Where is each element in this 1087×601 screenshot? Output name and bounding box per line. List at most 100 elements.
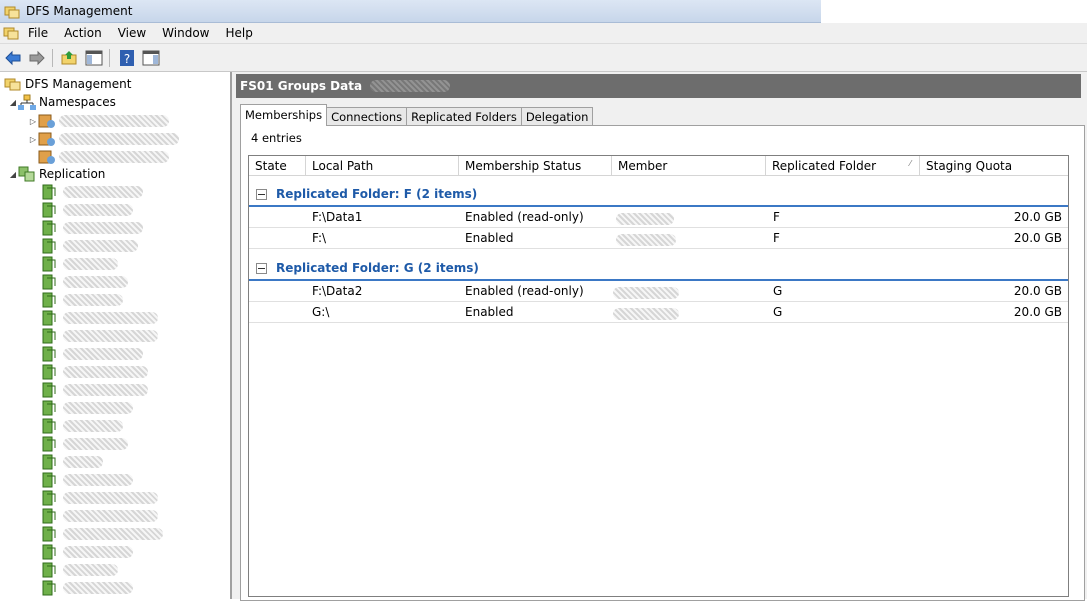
replication-group-icon [42,274,56,290]
back-arrow-icon [5,50,21,65]
show-hide-console-tree-button[interactable] [83,47,105,69]
column-header-state[interactable]: State [249,156,306,176]
tree-item-replication-group[interactable] [42,327,158,345]
show-hide-action-pane-button[interactable] [140,47,162,69]
tree-item-namespace[interactable]: ▷ [28,130,179,148]
tree-item-replication-group[interactable] [42,381,148,399]
replication-group-icon [42,436,56,452]
tree-item-replication-group[interactable] [42,489,158,507]
forward-button[interactable] [26,47,48,69]
replication-group-icon [42,292,56,308]
collapse-toggle-icon[interactable] [256,188,267,200]
cell-local-path: F:\ [312,231,327,245]
cell-folder: G [773,305,783,319]
column-header-local-path[interactable]: Local Path [306,156,459,176]
replication-group-icon [42,544,56,560]
group-label: Replicated Folder: F (2 items) [276,187,478,201]
tree-item-replication-group[interactable] [42,543,133,561]
group-label: Replicated Folder: G (2 items) [276,261,479,275]
tree-item-dfs-management[interactable]: DFS Management [4,75,131,93]
tree-item-replication-group[interactable] [42,291,123,309]
tab-connections[interactable]: Connections [326,107,408,126]
memberships-panel: 4 entries State Local Path Membership St… [240,125,1085,601]
column-header-staging-quota[interactable]: Staging Quota [920,156,1068,176]
expanded-arrow-icon[interactable]: ◢ [8,170,18,179]
replication-group-icon [42,238,56,254]
help-icon: ? [120,49,134,66]
tree-item-replication-group[interactable] [42,345,143,363]
replication-group-icon [42,490,56,506]
group-header[interactable]: Replicated Folder: G (2 items) [249,257,1068,281]
column-header-replicated-folder[interactable]: Replicated Folder ⁄ [766,156,920,176]
menu-help[interactable]: Help [218,23,261,43]
tab-strip: Memberships Connections Replicated Folde… [240,104,594,126]
menu-window[interactable]: Window [154,23,217,43]
tab-memberships[interactable]: Memberships [240,104,328,126]
tree-item-replication-group[interactable] [42,255,118,273]
table-row[interactable]: F:\Data1 Enabled (read-only) F 20.0 GB [249,207,1068,228]
replication-group-icon [42,382,56,398]
entries-count: 4 entries [251,131,302,145]
tree-item-replication-group[interactable] [42,507,158,525]
redacted-text [63,330,158,342]
tree-item-replication-group[interactable] [42,309,158,327]
replication-group-icon [42,310,56,326]
cell-local-path: F:\Data2 [312,284,363,298]
memberships-list[interactable]: State Local Path Membership Status Membe… [248,155,1069,597]
cell-status: Enabled [465,305,514,319]
menu-file[interactable]: File [20,23,56,43]
console-tree[interactable]: DFS Management ◢ Namespaces ▷ ▷ ◢ Replic… [0,72,232,599]
column-header-membership-status[interactable]: Membership Status [459,156,612,176]
toolbar-separator [52,48,53,67]
tree-item-replication-group[interactable] [42,561,118,579]
collapse-toggle-icon[interactable] [256,262,267,274]
replication-group-icon [42,508,56,524]
tree-label-root: DFS Management [25,77,132,91]
column-header-member[interactable]: Member [612,156,766,176]
redacted-text [613,308,679,320]
tree-item-replication-group[interactable] [42,363,148,381]
tree-item-namespace[interactable]: ▷ [28,112,169,130]
redacted-text [63,546,133,558]
tree-item-replication-group[interactable] [42,453,103,471]
help-button[interactable]: ? [116,47,138,69]
tree-item-replication[interactable]: ◢ Replication [8,165,105,183]
system-menu-icon[interactable] [2,25,20,41]
tree-item-namespace[interactable] [38,148,169,166]
tree-item-replication-group[interactable] [42,579,133,597]
redacted-text [63,294,123,306]
tree-item-replication-group[interactable] [42,417,123,435]
tab-replicated-folders[interactable]: Replicated Folders [406,107,522,126]
tree-item-namespaces[interactable]: ◢ Namespaces [8,93,116,111]
tree-item-replication-group[interactable] [42,237,138,255]
expanded-arrow-icon[interactable]: ◢ [8,98,18,107]
namespace-icon [38,150,55,164]
redacted-text [63,240,138,252]
window-title: DFS Management [26,4,133,18]
tree-item-replication-group[interactable] [42,471,133,489]
collapsed-arrow-icon[interactable]: ▷ [28,117,38,126]
tree-item-replication-group[interactable] [42,201,133,219]
cell-member [616,232,676,246]
tab-delegation[interactable]: Delegation [520,107,594,126]
menu-action[interactable]: Action [56,23,110,43]
cell-member [613,285,679,299]
cell-quota: 20.0 GB [1013,210,1062,224]
table-row[interactable]: F:\Data2 Enabled (read-only) G 20.0 GB [249,281,1068,302]
menu-view[interactable]: View [110,23,154,43]
tree-item-replication-group[interactable] [42,525,163,543]
replication-group-icon [42,526,56,542]
group-header[interactable]: Replicated Folder: F (2 items) [249,183,1068,207]
collapsed-arrow-icon[interactable]: ▷ [28,135,38,144]
table-row[interactable]: G:\ Enabled G 20.0 GB [249,302,1068,323]
up-folder-icon [61,50,77,64]
table-row[interactable]: F:\ Enabled F 20.0 GB [249,228,1068,249]
tree-item-replication-group[interactable] [42,219,143,237]
tree-item-replication-group[interactable] [42,183,143,201]
up-one-level-button[interactable] [59,47,81,69]
tree-item-replication-group[interactable] [42,435,128,453]
redacted-text [63,402,133,414]
back-button[interactable] [2,47,24,69]
tree-item-replication-group[interactable] [42,399,133,417]
tree-item-replication-group[interactable] [42,273,128,291]
